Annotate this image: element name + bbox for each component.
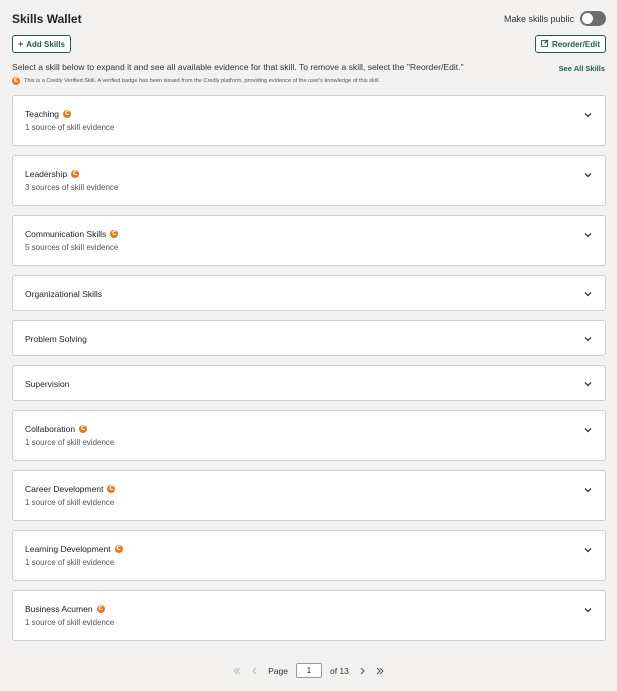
skill-card[interactable]: Leadership C 3 sources of skill evidence (12, 155, 606, 206)
skill-name: Teaching C (25, 109, 72, 119)
credly-verified-icon: C (114, 545, 123, 553)
skill-evidence-count: 5 sources of skill evidence (25, 243, 119, 252)
chevron-down-icon[interactable] (583, 110, 593, 120)
skill-card[interactable]: Collaboration C 1 source of skill evidence (12, 410, 606, 461)
credly-verified-icon: C (96, 605, 105, 613)
skill-name: Business Acumen C (25, 604, 105, 614)
next-page-icon[interactable] (357, 666, 367, 676)
chevron-down-icon[interactable] (583, 605, 593, 615)
edit-icon (541, 39, 549, 49)
chevron-down-icon[interactable] (583, 485, 593, 495)
chevron-down-icon[interactable] (583, 425, 593, 435)
skill-evidence-count: 1 source of skill evidence (25, 438, 115, 447)
skill-name: Organizational Skills (25, 289, 102, 299)
skill-name-label: Business Acumen (25, 604, 93, 614)
page-title: Skills Wallet (12, 12, 82, 26)
credly-verified-icon: C (79, 425, 88, 433)
credly-verified-icon: C (12, 77, 20, 85)
skill-name: Learning Development C (25, 544, 123, 554)
verified-note: C This is a Credly Verified Skill. A ver… (12, 77, 380, 85)
skill-name: Supervision (25, 379, 69, 389)
skill-card[interactable]: Career Development C 1 source of skill evi… (12, 470, 606, 521)
add-skills-label: Add Skills (26, 39, 65, 49)
reorder-edit-button[interactable]: Reorder/Edit (534, 35, 606, 53)
skill-name-label: Problem Solving (25, 334, 87, 344)
skill-name-label: Career Development (25, 484, 104, 494)
skill-card[interactable]: Communication Skills C 5 sources of skill … (12, 215, 606, 266)
chevron-down-icon[interactable] (583, 289, 593, 299)
skill-name-label: Communication Skills (25, 229, 107, 239)
make-public-toggle[interactable] (580, 11, 606, 26)
first-page-icon[interactable] (232, 666, 242, 676)
skill-card[interactable]: Teaching C 1 source of skill evidence (12, 95, 606, 146)
skill-evidence-count: 1 source of skill evidence (25, 498, 115, 507)
skill-name-label: Supervision (25, 379, 70, 389)
chevron-down-icon[interactable] (583, 379, 593, 389)
skill-card[interactable]: Supervision (12, 365, 606, 401)
pagination: Page of 13 (0, 663, 617, 678)
skill-evidence-count: 1 source of skill evidence (25, 123, 115, 132)
skill-name-label: Leadership (25, 169, 68, 179)
skill-name: Problem Solving (25, 334, 87, 344)
add-skills-button[interactable]: + Add Skills (12, 35, 71, 53)
skill-name: Collaboration C (25, 424, 88, 434)
skill-name: Career Development C (25, 484, 116, 494)
skill-evidence-count: 1 source of skill evidence (25, 618, 115, 627)
see-all-skills-link[interactable]: See All Skills (559, 64, 605, 73)
skill-card[interactable]: Organizational Skills (12, 275, 606, 311)
make-public-control: Make skills public (504, 11, 606, 26)
skill-name-label: Learning Development (25, 544, 111, 554)
plus-icon: + (18, 38, 24, 49)
chevron-down-icon[interactable] (583, 230, 593, 240)
skill-evidence-count: 1 source of skill evidence (25, 558, 115, 567)
skill-name-label: Teaching (25, 109, 60, 119)
credly-verified-icon: C (63, 110, 72, 118)
skill-card[interactable]: Business Acumen C 1 source of skill eviden… (12, 590, 606, 641)
skill-name: Communication Skills C (25, 229, 119, 239)
skill-name-label: Collaboration (25, 424, 76, 434)
credly-verified-icon: C (110, 230, 119, 238)
chevron-down-icon[interactable] (583, 170, 593, 180)
skill-name-label: Organizational Skills (25, 289, 103, 299)
credly-verified-icon: C (71, 170, 80, 178)
make-public-label: Make skills public (503, 13, 574, 24)
skill-evidence-count: 3 sources of skill evidence (25, 183, 119, 192)
verified-note-text: This is a Credly Verified Skill. A verif… (24, 78, 381, 84)
last-page-icon[interactable] (375, 666, 385, 676)
instructions-text: Select a skill below to expand it and se… (12, 62, 464, 72)
prev-page-icon[interactable] (250, 666, 260, 676)
skill-card[interactable]: Problem Solving (12, 320, 606, 356)
chevron-down-icon[interactable] (583, 545, 593, 555)
page-number-input[interactable] (295, 663, 322, 678)
chevron-down-icon[interactable] (583, 334, 593, 344)
skill-card[interactable]: Learning Development C 1 source of skill e… (12, 530, 606, 581)
credly-verified-icon: C (107, 485, 116, 493)
toggle-knob (582, 13, 593, 24)
skill-name: Leadership C (25, 169, 80, 179)
page-total: of 13 (329, 665, 349, 676)
page-label: Page (268, 665, 288, 676)
reorder-edit-label: Reorder/Edit (551, 39, 600, 49)
